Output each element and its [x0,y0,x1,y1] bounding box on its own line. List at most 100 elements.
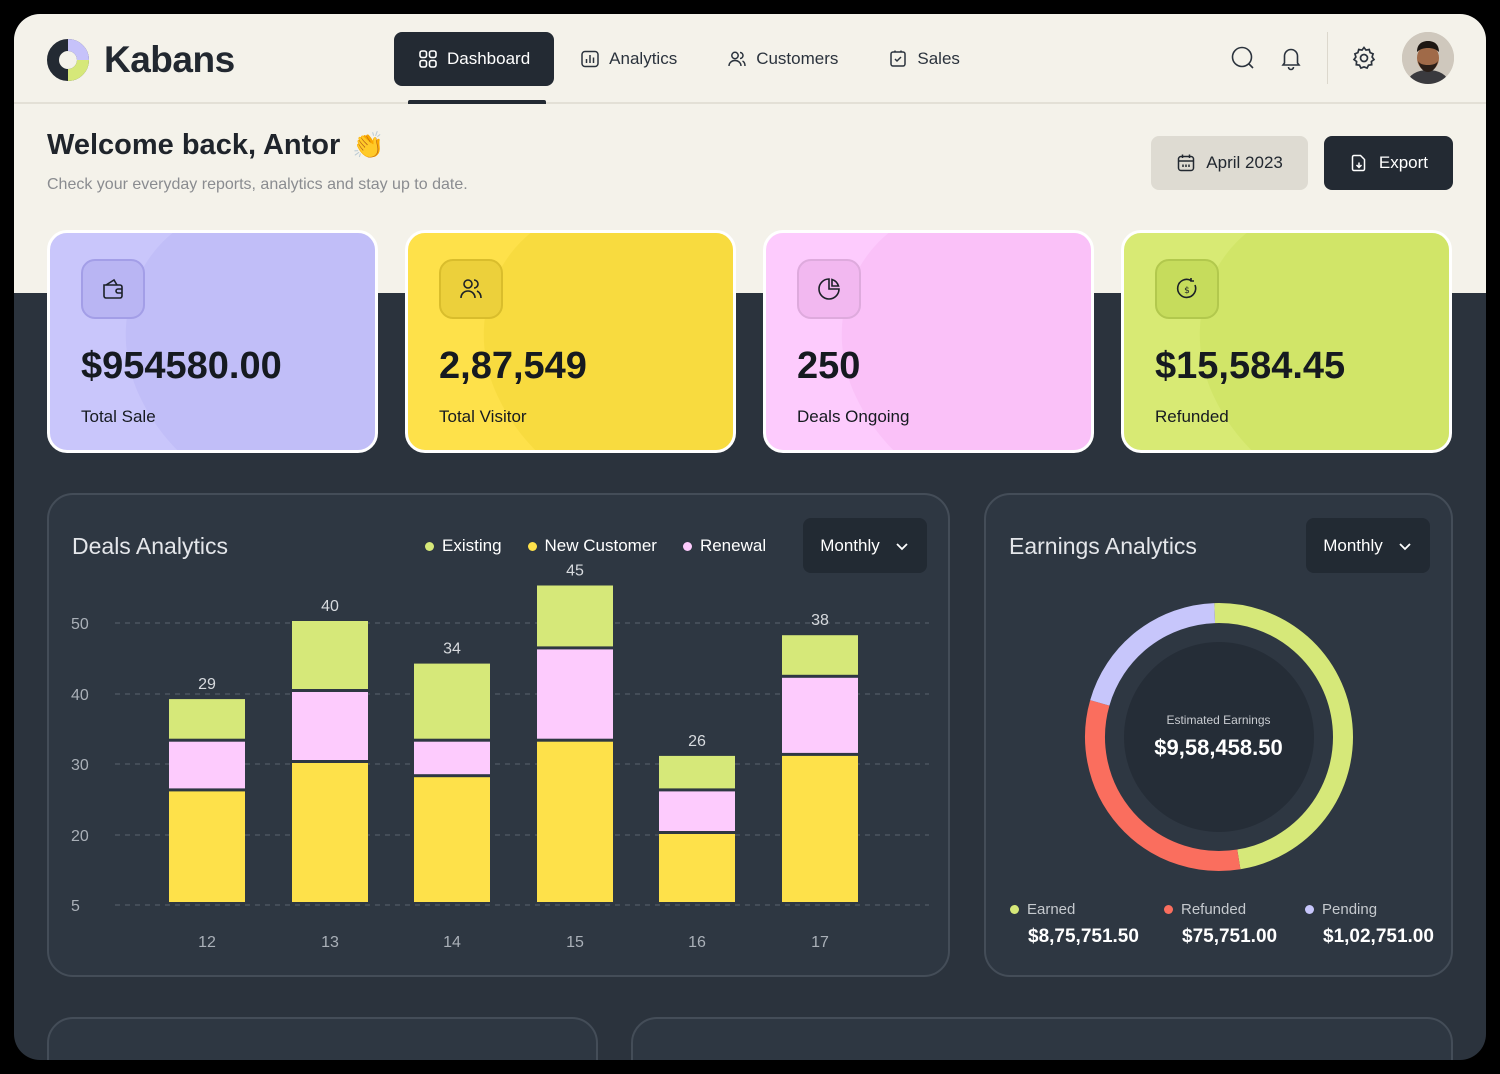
nav-label: Customers [756,49,839,68]
y-tick-label: 50 [71,616,89,633]
main-nav: Dashboard Analytics Customers Sales [394,32,986,86]
donut-center-value: $9,58,458.50 [1154,735,1283,760]
legend-label: Earned [1027,901,1076,918]
header-actions: April 2023 Export [1151,136,1453,190]
logo-icon [47,39,89,81]
legend-value: $75,751.00 [1182,926,1278,947]
x-tick-label: 13 [321,934,339,951]
x-tick-label: 16 [688,934,706,951]
stat-value: 250 [797,345,861,387]
stat-card-refunded[interactable]: $ $15,584.45 Refunded [1121,230,1452,453]
bar-segment-existing [537,585,613,647]
greeting: Welcome back, Antor [47,129,341,161]
legend-label: Pending [1322,901,1378,918]
nav-label: Dashboard [447,49,531,68]
legend-value: $8,75,751.50 [1028,926,1139,947]
stat-icon-box [797,259,861,319]
bar-segment-renewal [169,741,245,789]
y-tick-label: 5 [71,898,80,915]
legend-dot [1305,905,1314,914]
bar-segment-existing [169,699,245,739]
users-icon [728,51,746,67]
stat-card-deals-ongoing[interactable]: 250 Deals Ongoing [763,230,1094,453]
welcome-section: Welcome back, Antor 👏 Check your everyda… [47,129,468,194]
bar-segment-new-customer [782,755,858,902]
earnings-legend-refunded: Refunded $75,751.00 [1164,901,1277,948]
search-icon [1231,46,1254,69]
x-tick-label: 12 [198,934,216,951]
analytics-icon [581,50,599,68]
avatar[interactable] [1402,32,1454,84]
settings-button[interactable] [1340,32,1388,84]
page-title: Welcome back, Antor 👏 [47,129,468,162]
y-tick-label: 20 [71,828,89,845]
stat-icon-box [439,259,503,319]
bar-segment-renewal [782,677,858,753]
donut-center-label: Estimated Earnings [1166,713,1271,727]
bar-segment-new-customer [537,741,613,902]
stat-card-total-sale[interactable]: $954580.00 Total Sale [47,230,378,453]
receipt-icon [890,50,907,67]
stat-label: Total Visitor [439,407,527,426]
legend-value: $1,02,751.00 [1323,926,1434,947]
stat-value: $15,584.45 [1155,345,1346,387]
bottom-panel-left [47,1017,598,1060]
nav-sales[interactable]: Sales [864,32,984,86]
active-tab-indicator [408,100,546,104]
stat-icon-box: $ [1155,259,1219,319]
bar-segment-new-customer [659,834,735,902]
nav-label: Sales [917,49,960,68]
divider [1327,32,1328,84]
nav-actions [1219,32,1454,84]
user-photo [1402,32,1454,84]
notifications-button[interactable] [1267,32,1315,84]
date-label: April 2023 [1206,153,1283,172]
bar-segment-existing [659,755,735,789]
y-tick-label: 30 [71,757,89,774]
bar-segment-new-customer [292,763,368,902]
bar-total-label: 26 [688,733,706,750]
date-picker-button[interactable]: April 2023 [1151,136,1308,190]
earnings-legend-pending: Pending $1,02,751.00 [1305,901,1434,948]
bar-total-label: 45 [566,563,584,580]
stat-label: Refunded [1155,407,1229,426]
grid-icon [419,50,437,68]
stat-value: $954580.00 [81,345,282,387]
bar-segment-renewal [537,649,613,739]
bottom-panel-right [631,1017,1453,1060]
nav-label: Analytics [609,49,678,68]
x-tick-label: 15 [566,934,584,951]
bar-segment-new-customer [414,777,490,902]
bar-segment-existing [292,621,368,689]
page-subtitle: Check your everyday reports, analytics a… [47,176,468,193]
bar-segment-renewal [659,791,735,831]
deals-bar-chart: 5 20 30 40 50 29 12 40 13 34 14 45 15 26 16 38 17 [71,563,929,951]
nav-dashboard[interactable]: Dashboard [394,32,555,86]
refund-icon: $ [1176,278,1197,299]
export-icon [1351,154,1366,172]
bar-total-label: 29 [198,676,216,693]
nav-customers[interactable]: Customers [703,32,862,86]
bell-icon [1281,48,1301,71]
stat-icon-box [81,259,145,319]
logo[interactable]: Kabans [46,38,235,82]
bar-segment-renewal [414,741,490,775]
stat-label: Total Sale [81,407,156,426]
bar-segment-existing [782,635,858,675]
search-button[interactable] [1219,32,1267,84]
bar-total-label: 34 [443,641,461,658]
y-tick-label: 40 [71,687,89,704]
bar-segment-existing [414,663,490,739]
calendar-icon [1178,154,1195,172]
legend-dot [1010,905,1019,914]
pie-icon [818,278,840,300]
x-tick-label: 14 [443,934,461,951]
stat-card-total-visitor[interactable]: 2,87,549 Total Visitor [405,230,736,453]
legend-dot [1164,905,1173,914]
earnings-legend-earned: Earned $8,75,751.50 [1010,901,1139,948]
nav-analytics[interactable]: Analytics [556,32,701,86]
device-frame: Kabans Dashboard Analytics Customers Sal… [0,0,1500,1074]
bar-total-label: 40 [321,598,339,615]
gear-icon [1352,46,1376,70]
export-button[interactable]: Export [1323,136,1453,190]
